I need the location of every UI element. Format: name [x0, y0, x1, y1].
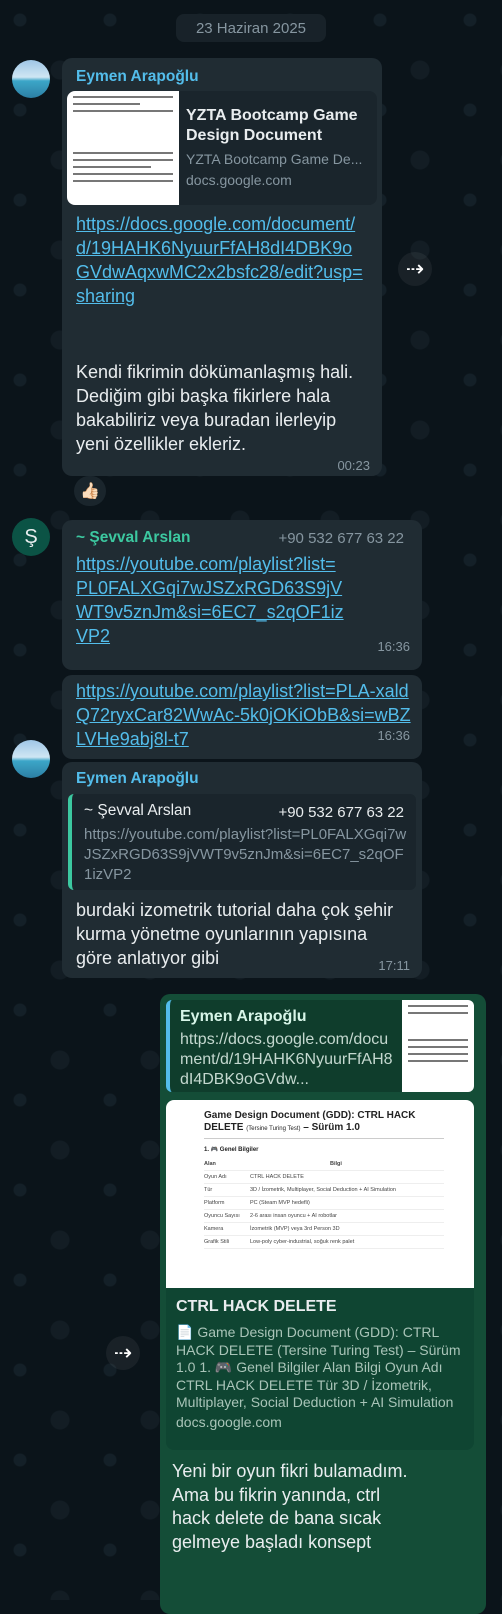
avatar[interactable] — [12, 740, 50, 778]
message-text: Kendi fikrimin dökümanlaşmış hali. Dediğ… — [76, 362, 354, 454]
doc-table-cell: Platform — [204, 1200, 225, 1206]
doc-table-header: Alan Bilgi — [204, 1158, 444, 1171]
quote-sender: ~ Şevval Arslan — [84, 802, 192, 819]
message-time: 16:36 — [377, 639, 410, 654]
preview-description: 📄 Game Design Document (GDD): CTRL HACK … — [176, 1324, 461, 1414]
doc-table-cell: Oyuncu Sayısı — [204, 1213, 240, 1219]
doc-table-cell: Bilgi — [330, 1161, 342, 1167]
reaction-badge[interactable]: 👍🏻 — [74, 476, 106, 506]
quote-text: https://docs.google.com/document/d/19HAH… — [180, 1031, 393, 1088]
forward-share-icon[interactable]: ⇢ — [398, 252, 432, 286]
quoted-message[interactable]: Eymen Arapoğlu https://docs.google.com/d… — [166, 1000, 474, 1092]
doc-table-row: Kamera İzometrik (MVP) veya 3rd Person 3D — [204, 1223, 444, 1236]
message-link[interactable]: https://youtube.com/playlist?list=PL0FAL… — [76, 552, 346, 648]
message-time: 00:23 — [337, 458, 370, 473]
preview-domain: docs.google.com — [186, 172, 292, 188]
quote-phone: +90 532 677 63 22 — [278, 804, 404, 821]
link-preview[interactable]: CTRL HACK DELETE 📄 Game Design Document … — [166, 1288, 474, 1450]
doc-table-row: Tür 3D / İzometrik, Multiplayer, Social D… — [204, 1184, 444, 1197]
message-bubble[interactable]: ~ Şevval Arslan +90 532 677 63 22 https:… — [62, 520, 422, 670]
message-text: burdaki izometrik tutorial daha çok şehi… — [76, 900, 394, 968]
preview-domain: docs.google.com — [176, 1414, 282, 1430]
doc-table: Alan Bilgi Oyun Adı CTRL HACK DELETE Tür 3D /… — [204, 1158, 444, 1249]
doc-section: 1. 🎮 Genel Bilgiler — [204, 1147, 259, 1153]
message-bubble[interactable]: https://youtube.com/playlist?list=PLA-xa… — [62, 675, 422, 759]
avatar[interactable]: Ş — [12, 518, 50, 556]
message-bubble[interactable]: Eymen Arapoğlu ~ Şevval Arslan +90 532 6… — [62, 762, 422, 978]
doc-heading: Game Design Document (GDD): CTRL HACK DE… — [204, 1110, 416, 1133]
message-bubble-outgoing[interactable]: Eymen Arapoğlu https://docs.google.com/d… — [160, 994, 486, 1614]
document-preview-image[interactable]: Game Design Document (GDD): CTRL HACK DE… — [166, 1100, 474, 1288]
preview-description: YZTA Bootcamp Game De... — [186, 151, 363, 167]
sender-phone: +90 532 677 63 22 — [278, 530, 404, 547]
doc-table-cell: Kamera — [204, 1226, 224, 1232]
avatar[interactable] — [12, 60, 50, 98]
doc-table-cell: CTRL HACK DELETE — [250, 1174, 304, 1180]
message-time: 17:11 — [378, 958, 410, 973]
doc-table-cell: 2-6 arası insan oyuncu + AI robotlar — [250, 1213, 337, 1219]
sender-name[interactable]: Eymen Arapoğlu — [76, 770, 199, 788]
doc-table-cell: İzometrik (MVP) veya 3rd Person 3D — [250, 1226, 340, 1232]
doc-table-cell: Oyun Adı — [204, 1174, 227, 1180]
divider — [204, 1138, 444, 1139]
doc-table-cell: 3D / İzometrik, Multiplayer, Social Dedu… — [250, 1187, 396, 1193]
message-time: 16:36 — [377, 728, 410, 743]
doc-table-cell: Low-poly cyber-industrial, soğuk renk pa… — [250, 1239, 355, 1245]
date-chip: 23 Haziran 2025 — [176, 14, 326, 42]
quote-text: https://youtube.com/playlist?list=PL0FAL… — [84, 826, 407, 883]
message-link[interactable]: https://docs.google.com/document/d/19HAH… — [76, 212, 366, 308]
message-link[interactable]: https://youtube.com/playlist?list=PLA-xa… — [76, 679, 416, 751]
doc-table-cell: Tür — [204, 1187, 213, 1193]
message-bubble[interactable]: Eymen Arapoğlu YZTA Bootcamp Game Design… — [62, 58, 382, 476]
quote-thumbnail — [402, 1000, 474, 1092]
preview-thumbnail — [67, 91, 179, 205]
quote-sender: Eymen Arapoğlu — [180, 1008, 307, 1025]
quoted-message[interactable]: ~ Şevval Arslan +90 532 677 63 22 https:… — [68, 794, 416, 890]
sender-name[interactable]: ~ Şevval Arslan — [76, 529, 190, 547]
link-preview[interactable]: YZTA Bootcamp Game Design Document YZTA … — [67, 91, 377, 205]
forward-share-icon[interactable]: ⇢ — [106, 1336, 140, 1370]
doc-table-row: Oyun Adı CTRL HACK DELETE — [204, 1171, 444, 1184]
preview-title: YZTA Bootcamp Game Design Document — [186, 107, 358, 144]
doc-table-cell: Grafik Stili — [204, 1239, 230, 1245]
doc-table-row: Platform PC (Steam MVP hedefli) — [204, 1197, 444, 1210]
sender-name[interactable]: Eymen Arapoğlu — [76, 68, 199, 86]
doc-table-row: Grafik Stili Low-poly cyber-industrial, s… — [204, 1236, 444, 1249]
doc-table-cell: PC (Steam MVP hedefli) — [250, 1200, 310, 1206]
doc-table-row: Oyuncu Sayısı 2-6 arası insan oyuncu + AI… — [204, 1210, 444, 1223]
doc-table-cell: Alan — [204, 1161, 216, 1167]
message-text: Yeni bir oyun fikri bulamadım. Ama bu fi… — [172, 1461, 408, 1552]
preview-title: CTRL HACK DELETE — [176, 1298, 337, 1315]
